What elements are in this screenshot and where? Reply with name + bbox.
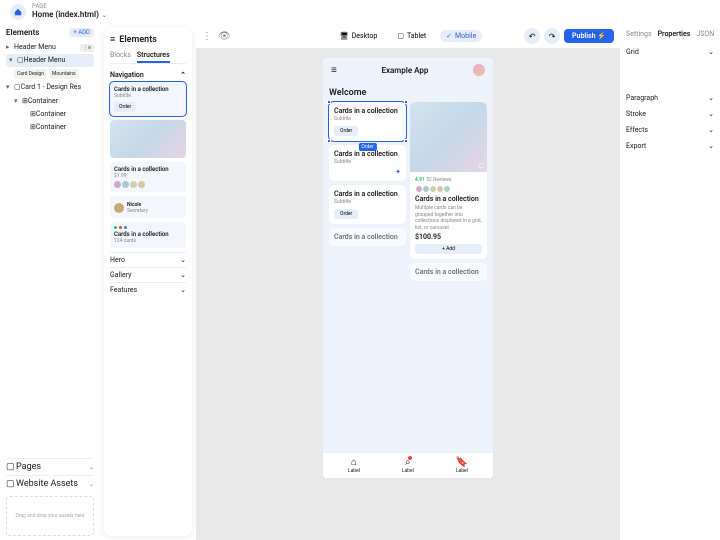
publish-button[interactable]: Publish ⚡ — [564, 29, 614, 43]
redo-button[interactable]: ↷ — [544, 28, 560, 44]
canvas: ⋮ 👁 🖥Desktop ▢Tablet ✓Mobile ↶ ↷ Publish… — [196, 24, 620, 540]
export-row[interactable]: Export⌄ — [626, 138, 714, 154]
tree-item-header-menu-2[interactable]: ▾▢ Header Menu — [6, 54, 94, 67]
tree-item-card1[interactable]: ▾▢ Card 1 - Design Res — [6, 81, 94, 94]
tab-json[interactable]: JSON — [696, 30, 714, 38]
check-icon: ✓ — [446, 32, 452, 40]
tag-mountains[interactable]: Mountains — [49, 69, 79, 79]
elements-library-panel: ≡Elements Blocks Structures Navigation⌃ … — [104, 28, 192, 536]
add-button[interactable]: + Add — [415, 244, 482, 254]
paragraph-row[interactable]: Paragraph⌄ — [626, 90, 714, 106]
avatar — [114, 203, 124, 213]
order-button[interactable]: Order — [334, 209, 358, 219]
elements-title: Elements — [6, 28, 39, 37]
add-element-button[interactable]: + ADD — [69, 28, 94, 37]
library-card-1[interactable]: Cards in a collection Subtitle Order — [110, 82, 186, 116]
order-button[interactable]: Order — [114, 102, 136, 112]
tree-item-container[interactable]: ▾⊞ Container — [14, 95, 94, 108]
mobile-button[interactable]: ✓Mobile — [440, 30, 482, 42]
card-a[interactable]: Cards in a collection Subtitle Order Ord… — [329, 102, 406, 141]
tag-icon: 🔖 — [456, 457, 468, 468]
welcome-heading: Welcome — [329, 88, 487, 98]
effects-row[interactable]: Effects⌄ — [626, 122, 714, 138]
card-e[interactable]: Cards in a collection — [329, 228, 406, 246]
card-image — [110, 120, 186, 158]
card-f[interactable]: Cards in a collection — [410, 263, 487, 281]
nav-tag[interactable]: 🔖Label — [456, 457, 468, 474]
tree-item-header-menu[interactable]: ▸Header Menu⋮≡ — [6, 41, 94, 54]
tree-item-container-3[interactable]: ⊞ Container — [22, 121, 94, 134]
app-title: Example App — [381, 66, 428, 75]
avatar[interactable] — [473, 64, 485, 76]
asset-drop-area[interactable]: Drag and drop your assets here — [6, 496, 94, 536]
card-image: ▢ — [410, 102, 487, 172]
tab-structures[interactable]: Structures — [137, 49, 170, 63]
tag-card-design[interactable]: Card Design — [14, 69, 47, 79]
desktop-button[interactable]: 🖥Desktop — [334, 30, 384, 42]
features-section[interactable]: Features⌄ — [110, 282, 186, 297]
menu-icon[interactable]: ≡ — [331, 65, 337, 76]
tab-settings[interactable]: Settings — [626, 30, 652, 38]
card-d[interactable]: ▢ 4.91 52 Reviews Cards in a collection … — [410, 102, 487, 259]
tablet-icon: ▢ — [397, 32, 404, 40]
tab-properties[interactable]: Properties — [658, 30, 691, 38]
navigation-section[interactable]: Navigation⌃ — [110, 71, 186, 79]
chevron-down-icon: ⌄ — [102, 12, 107, 19]
gallery-section[interactable]: Gallery⌄ — [110, 267, 186, 282]
mobile-preview: ≡ Example App Welcome Cards in a collect… — [323, 58, 493, 478]
desktop-icon: 🖥 — [340, 32, 349, 40]
element-tree: ▸Header Menu⋮≡ ▾▢ Header Menu Card Desig… — [6, 41, 94, 134]
home-icon[interactable] — [10, 4, 26, 20]
card-c[interactable]: Cards in a collection Subtitle Order — [329, 185, 406, 224]
nav-search[interactable]: ⌕Label — [402, 457, 414, 474]
bookmark-icon[interactable]: ▢ — [478, 162, 484, 169]
top-bar: PAGE Home (index.html)⌄ — [0, 0, 720, 24]
page-name: Home (index.html)⌄ — [32, 11, 107, 20]
more-icon[interactable]: ⋮ — [202, 31, 212, 42]
selection-label: Order — [358, 143, 376, 151]
order-button[interactable]: Order — [334, 126, 358, 136]
library-card-2[interactable] — [110, 120, 186, 158]
layers-icon: ≡ — [110, 34, 115, 45]
tab-blocks[interactable]: Blocks — [110, 49, 131, 63]
canvas-toolbar: ⋮ 👁 🖥Desktop ▢Tablet ✓Mobile ↶ ↷ Publish… — [196, 24, 620, 48]
tablet-button[interactable]: ▢Tablet — [391, 30, 432, 42]
assets-section[interactable]: ▢Website Assets⌄ — [6, 475, 94, 492]
bottom-nav: ⌂Label ⌕Label 🔖Label — [323, 452, 493, 478]
library-card-4[interactable]: NicoleSecretary — [110, 196, 186, 218]
eye-icon[interactable]: 👁 — [218, 31, 231, 42]
grid-row[interactable]: Grid⌄ — [626, 44, 714, 60]
library-card-3[interactable]: Cards in a collection $1.99 — [110, 162, 186, 192]
library-card-5[interactable]: Cards in a collection 124 cards — [110, 222, 186, 248]
hero-section[interactable]: Hero⌄ — [110, 252, 186, 267]
stroke-row[interactable]: Stroke⌄ — [626, 106, 714, 122]
undo-button[interactable]: ↶ — [524, 28, 540, 44]
properties-panel: Settings Properties JSON Grid⌄ Paragraph… — [620, 24, 720, 540]
home-icon: ⌂ — [351, 457, 357, 468]
nav-home[interactable]: ⌂Label — [348, 457, 360, 474]
page-info[interactable]: PAGE Home (index.html)⌄ — [32, 4, 107, 19]
left-panel: Elements + ADD ▸Header Menu⋮≡ ▾▢ Header … — [0, 24, 100, 540]
tree-item-container-2[interactable]: ⊞ Container — [22, 108, 94, 121]
pages-section[interactable]: ▢Pages⌄ — [6, 458, 94, 475]
